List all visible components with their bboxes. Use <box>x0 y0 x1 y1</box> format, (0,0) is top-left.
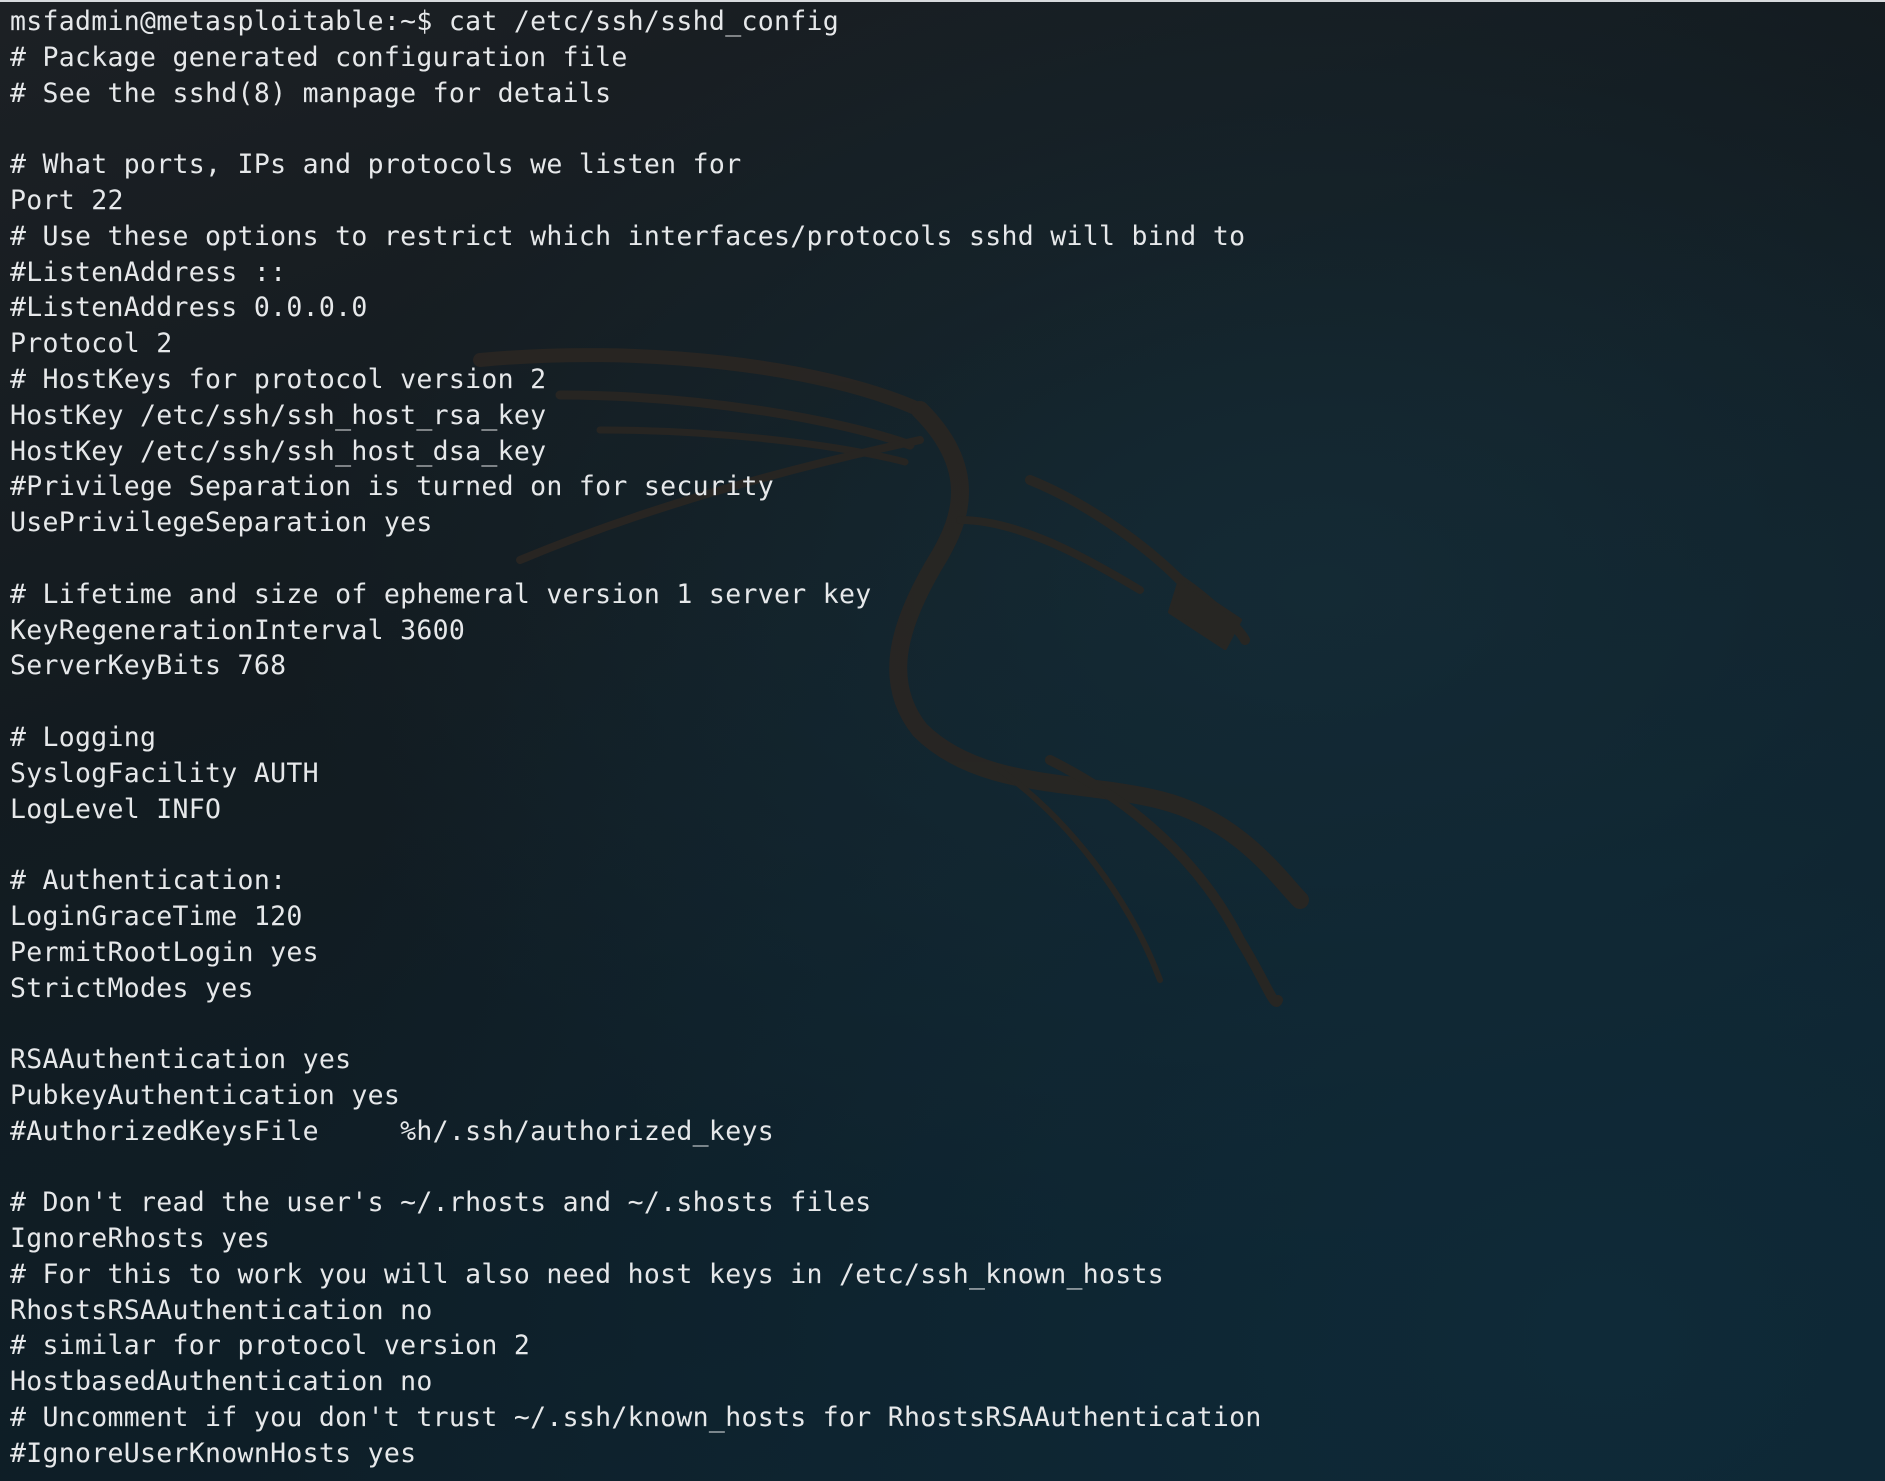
terminal-line: #ListenAddress 0.0.0.0 <box>10 292 368 324</box>
terminal-line: # For this to work you will also need ho… <box>10 1258 1165 1290</box>
terminal-line: ServerKeyBits 768 <box>10 650 287 682</box>
terminal-line: #IgnoreUserKnownHosts yes <box>10 1437 417 1469</box>
terminal-line: # Uncomment if you don't trust ~/.ssh/kn… <box>10 1402 1262 1434</box>
terminal-line: LoginGraceTime 120 <box>10 900 303 932</box>
terminal-line: RhostsRSAAuthentication no <box>10 1294 433 1326</box>
terminal-line: IgnoreRhosts yes <box>10 1223 271 1255</box>
terminal-line: # Authentication: <box>10 865 287 897</box>
terminal-line: Protocol 2 <box>10 328 173 360</box>
terminal-line: PermitRootLogin yes <box>10 936 319 968</box>
terminal-line: # See the sshd(8) manpage for details <box>10 77 612 109</box>
terminal-line: SyslogFacility AUTH <box>10 757 319 789</box>
terminal-output[interactable]: msfadmin@metasploitable:~$ cat /etc/ssh/… <box>10 4 1880 1474</box>
terminal-line: # similar for protocol version 2 <box>10 1330 531 1362</box>
terminal-line: # Logging <box>10 721 157 753</box>
terminal-line: PubkeyAuthentication yes <box>10 1079 401 1111</box>
window-top-border <box>0 0 1885 2</box>
terminal-line: RSAAuthentication yes <box>10 1044 352 1076</box>
terminal-line: # Lifetime and size of ephemeral version… <box>10 578 872 610</box>
terminal-line: #ListenAddress :: <box>10 256 287 288</box>
terminal-line: # Package generated configuration file <box>10 41 628 73</box>
terminal-line: KeyRegenerationInterval 3600 <box>10 614 466 646</box>
terminal-line: Port 22 <box>10 184 124 216</box>
terminal-line: UsePrivilegeSeparation yes <box>10 507 433 539</box>
terminal-line: HostKey /etc/ssh/ssh_host_rsa_key <box>10 399 547 431</box>
terminal-line: # What ports, IPs and protocols we liste… <box>10 149 742 181</box>
terminal-line: #Privilege Separation is turned on for s… <box>10 471 774 503</box>
terminal-line: StrictModes yes <box>10 972 254 1004</box>
terminal-line: HostbasedAuthentication no <box>10 1366 433 1398</box>
terminal-line: # Use these options to restrict which in… <box>10 220 1246 252</box>
terminal-line: # HostKeys for protocol version 2 <box>10 363 547 395</box>
terminal-line: LogLevel INFO <box>10 793 222 825</box>
terminal-command-line: msfadmin@metasploitable:~$ cat /etc/ssh/… <box>10 6 839 37</box>
terminal-line: # Don't read the user's ~/.rhosts and ~/… <box>10 1187 872 1219</box>
terminal-line: #AuthorizedKeysFile %h/.ssh/authorized_k… <box>10 1115 774 1147</box>
terminal-line: HostKey /etc/ssh/ssh_host_dsa_key <box>10 435 547 467</box>
